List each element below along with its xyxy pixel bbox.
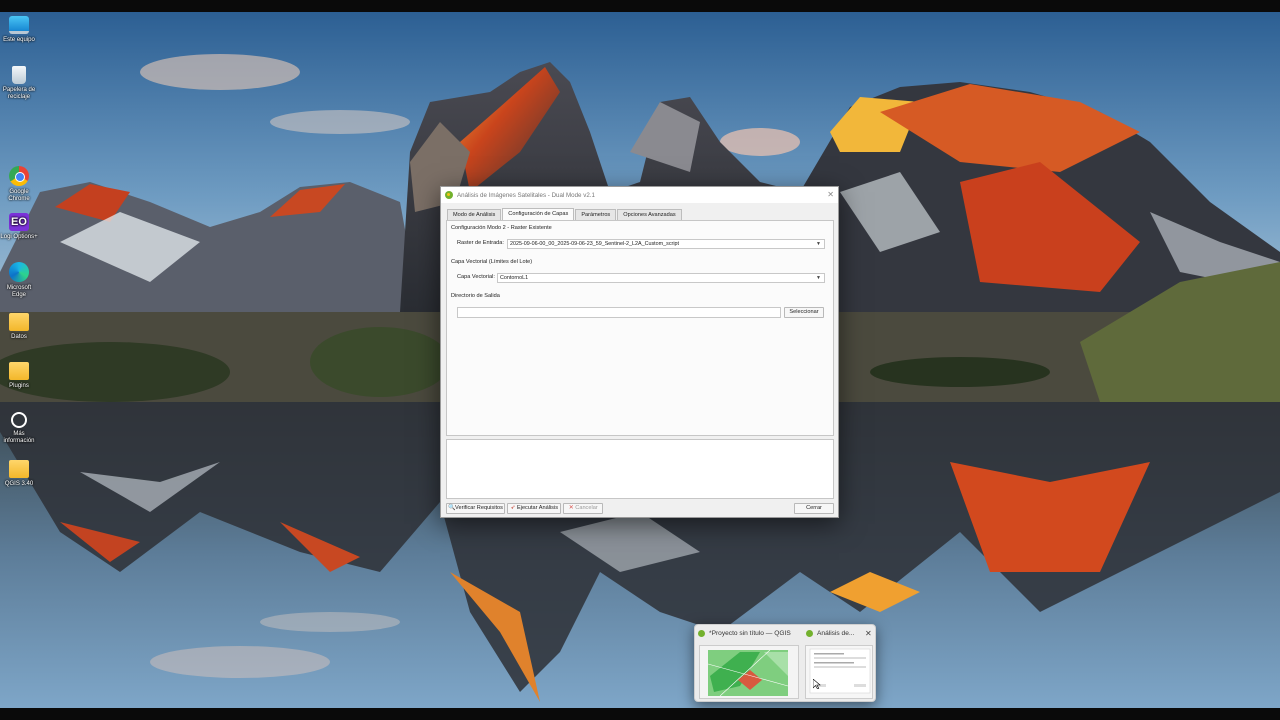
tab-modo-analisis[interactable]: Modo de Análisis bbox=[447, 209, 502, 220]
tab-opciones-avanzadas[interactable]: Opciones Avanzadas bbox=[617, 209, 682, 220]
desktop-icon-chrome[interactable]: Google Chrome bbox=[0, 166, 38, 203]
taskbar-preview: *Proyecto sin título — QGIS Análisis de.… bbox=[694, 624, 876, 702]
desktop-icon-label: Plugins bbox=[9, 383, 29, 389]
chevron-down-icon: ▼ bbox=[816, 241, 821, 247]
rocket-icon: ➶ bbox=[510, 505, 516, 511]
select-directory-button[interactable]: Seleccionar bbox=[784, 307, 824, 318]
desktop-icon-edge[interactable]: Microsoft Edge bbox=[0, 262, 38, 299]
preview-title-text: Análisis de... bbox=[817, 630, 855, 637]
map-thumbnail-icon bbox=[700, 646, 798, 698]
qgis-logo-icon bbox=[806, 630, 813, 637]
desktop-icon-plugins[interactable]: Plugins bbox=[0, 362, 38, 390]
edge-icon bbox=[9, 262, 29, 282]
desktop-icon-label: Papelera de reciclaje bbox=[2, 87, 36, 100]
folder-icon bbox=[9, 460, 29, 478]
preview-title: *Proyecto sin título — QGIS bbox=[698, 630, 791, 637]
verify-requirements-button[interactable]: 🔍Verificar Requisitos bbox=[446, 503, 505, 514]
letterbox-bottom bbox=[0, 708, 1280, 720]
verify-requirements-label: Verificar Requisitos bbox=[455, 505, 503, 511]
info-icon bbox=[11, 412, 27, 428]
letterbox-top bbox=[0, 0, 1280, 12]
dialog-title: Análisis de Imágenes Satelitales - Dual … bbox=[457, 191, 595, 199]
preview-qgis-thumbnail bbox=[699, 645, 799, 699]
desktop-screen: Este equipo Papelera de reciclaje Google… bbox=[0, 0, 1280, 720]
preview-analysis-dialog[interactable]: Análisis de... ✕ bbox=[803, 625, 875, 703]
desktop-icon-label: Más información bbox=[3, 431, 35, 444]
tab-panel-configuracion: Configuración Modo 2 - Raster Existente … bbox=[446, 220, 834, 436]
cancel-label: Cancelar bbox=[575, 505, 598, 511]
desktop-icon-label: Microsoft Edge bbox=[6, 285, 32, 298]
tab-configuracion-capas[interactable]: Configuración de Capas bbox=[502, 208, 575, 220]
close-icon[interactable]: ✕ bbox=[865, 629, 872, 638]
run-analysis-button[interactable]: ➶Ejecutar Análisis bbox=[507, 503, 561, 514]
search-icon: 🔍 bbox=[448, 505, 456, 511]
raster-combo[interactable]: 2025-09-06-00_00_2025-09-06-23_59_Sentin… bbox=[507, 239, 825, 249]
preview-qgis-project[interactable]: *Proyecto sin título — QGIS bbox=[695, 625, 801, 703]
chevron-down-icon: ▼ bbox=[816, 275, 821, 281]
desktop-icon-label: QGIS 3.40 bbox=[4, 481, 34, 487]
desktop-icon-mas-informacion[interactable]: Más información bbox=[0, 412, 38, 445]
desktop-icon-label: Logi Options+ bbox=[0, 234, 38, 240]
folder-icon bbox=[9, 313, 29, 331]
output-section-label: Directorio de Salida bbox=[451, 293, 500, 299]
mouse-cursor-icon bbox=[813, 679, 821, 689]
desktop-icon-datos[interactable]: Datos bbox=[0, 313, 38, 341]
preview-title-text: *Proyecto sin título — QGIS bbox=[709, 630, 791, 637]
qgis-logo-icon bbox=[445, 191, 453, 199]
vector-label: Capa Vectorial: bbox=[457, 274, 495, 280]
raster-combo-value: 2025-09-06-00_00_2025-09-06-23_59_Sentin… bbox=[510, 241, 680, 247]
vector-combo[interactable]: ContornoL1 ▼ bbox=[497, 273, 825, 283]
tab-bar: Modo de Análisis Configuración de Capas … bbox=[447, 208, 683, 220]
analysis-dialog: Análisis de Imágenes Satelitales - Dual … bbox=[440, 186, 839, 518]
mode-section-label: Configuración Modo 2 - Raster Existente bbox=[451, 225, 552, 231]
folder-icon bbox=[9, 362, 29, 380]
qgis-logo-icon bbox=[698, 630, 705, 637]
desktop-icon-label: Datos bbox=[11, 334, 27, 340]
run-analysis-label: Ejecutar Análisis bbox=[516, 505, 559, 511]
vector-combo-value: ContornoL1 bbox=[500, 275, 529, 281]
raster-label: Raster de Entrada: bbox=[457, 240, 504, 246]
desktop-icon-label: Este equipo bbox=[3, 37, 35, 43]
cancel-x-icon: ✕ bbox=[568, 505, 574, 511]
vector-section-label: Capa Vectorial (Límites del Lote) bbox=[451, 259, 533, 265]
close-icon[interactable]: ✕ bbox=[827, 190, 834, 199]
close-button[interactable]: Cerrar bbox=[794, 503, 834, 514]
cancel-button[interactable]: ✕Cancelar bbox=[563, 503, 603, 514]
output-directory-input[interactable] bbox=[457, 307, 781, 318]
dialog-titlebar[interactable]: Análisis de Imágenes Satelitales - Dual … bbox=[441, 187, 838, 203]
log-output-area[interactable] bbox=[446, 439, 834, 499]
desktop-icon-qgis[interactable]: QGIS 3.40 bbox=[0, 460, 38, 488]
desktop-icon-label: Google Chrome bbox=[8, 189, 30, 202]
preview-dialog-thumbnail bbox=[805, 645, 873, 699]
eo-app-icon: EO bbox=[9, 213, 29, 231]
monitor-icon bbox=[9, 16, 29, 34]
preview-title: Análisis de... bbox=[806, 630, 854, 637]
recycle-bin-icon bbox=[12, 66, 26, 84]
dialog-thumbnail-icon bbox=[809, 648, 871, 694]
chrome-icon bbox=[9, 166, 29, 186]
tab-parametros[interactable]: Parámetros bbox=[575, 209, 617, 220]
desktop-icon-logi-options[interactable]: EO Logi Options+ bbox=[0, 213, 38, 241]
desktop-icon-recycle-bin[interactable]: Papelera de reciclaje bbox=[0, 66, 38, 101]
desktop-icon-este-equipo[interactable]: Este equipo bbox=[0, 16, 38, 44]
